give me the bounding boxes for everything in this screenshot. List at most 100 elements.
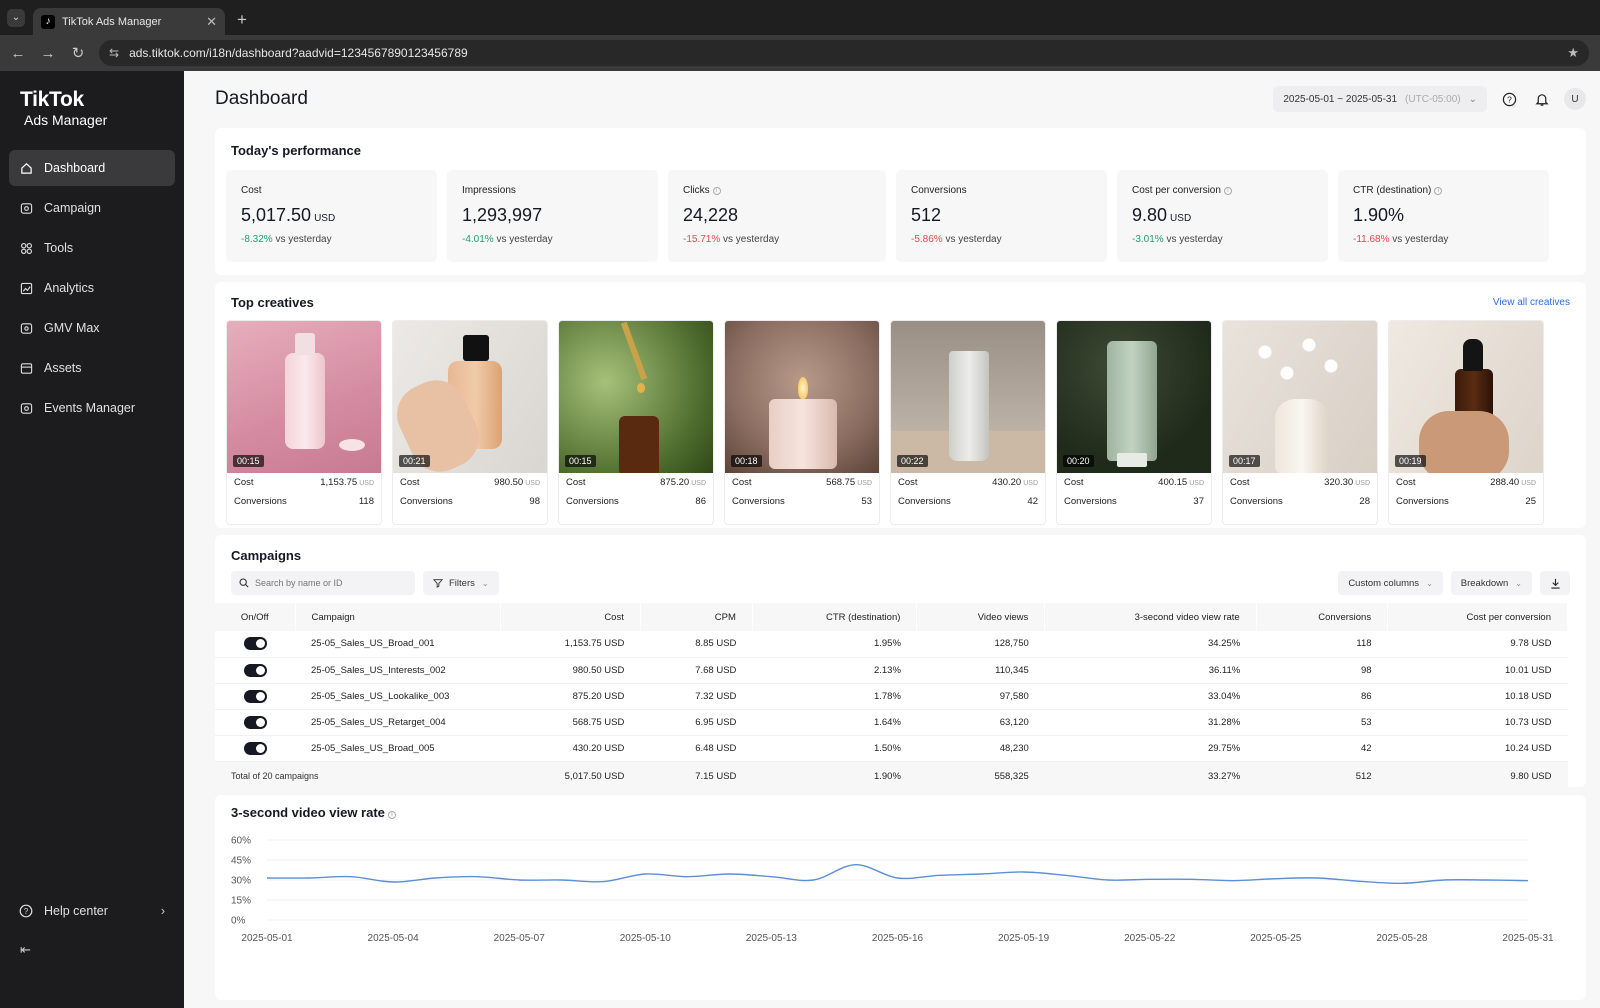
- sidebar-item-campaign[interactable]: Campaign: [9, 190, 175, 226]
- data-point[interactable]: [1229, 876, 1239, 886]
- data-point[interactable]: [430, 873, 440, 883]
- avatar[interactable]: U: [1564, 88, 1586, 110]
- table-row[interactable]: 25-05_Sales_US_Broad_001 1,153.75 USD 8.85…: [215, 631, 1568, 658]
- creative-thumbnail[interactable]: 00:15: [227, 321, 381, 473]
- metric-card[interactable]: Cost 5,017.50 USD -8.32% vs yesterday: [226, 170, 437, 262]
- search-input[interactable]: [255, 578, 405, 588]
- url-text[interactable]: ads.tiktok.com/i18n/dashboard?aadvid=123…: [129, 46, 1567, 60]
- data-point[interactable]: [304, 873, 314, 883]
- view-all-creatives-link[interactable]: View all creatives: [1493, 297, 1570, 308]
- campaign-toggle[interactable]: [243, 689, 267, 703]
- close-tab-icon[interactable]: ✕: [206, 14, 217, 30]
- reload-icon[interactable]: ↻: [63, 44, 93, 62]
- data-point[interactable]: [766, 872, 776, 882]
- creative-thumbnail[interactable]: 00:18: [725, 321, 879, 473]
- site-settings-icon[interactable]: ⇆: [109, 46, 119, 60]
- bookmark-star-icon[interactable]: ★: [1567, 45, 1579, 61]
- data-point[interactable]: [346, 872, 356, 882]
- column-header-view-rate[interactable]: 3-second video view rate: [1044, 603, 1257, 631]
- filters-button[interactable]: Filters ⌄: [423, 571, 499, 595]
- column-header-on-off[interactable]: On/Off: [215, 603, 296, 631]
- table-row[interactable]: 25-05_Sales_US_Broad_005 430.20 USD 6.48 U…: [215, 735, 1568, 762]
- data-point[interactable]: [1019, 867, 1029, 877]
- data-point[interactable]: [977, 869, 987, 879]
- data-point[interactable]: [514, 875, 524, 885]
- creative-card[interactable]: 00:19 Cost 288.40 USD Conversions 25: [1388, 320, 1544, 525]
- creative-card[interactable]: 00:15 Cost 875.20 USD Conversions 86: [558, 320, 714, 525]
- info-icon[interactable]: i: [1434, 187, 1443, 195]
- data-point[interactable]: [262, 873, 272, 883]
- sidebar-item-tools[interactable]: Tools: [9, 230, 175, 266]
- info-icon[interactable]: i: [1223, 187, 1232, 195]
- sidebar-item-assets[interactable]: Assets: [9, 350, 175, 386]
- new-tab-icon[interactable]: +: [237, 10, 247, 30]
- creative-thumbnail[interactable]: 00:19: [1389, 321, 1543, 473]
- creative-thumbnail[interactable]: 00:22: [891, 321, 1045, 473]
- data-point[interactable]: [556, 875, 566, 885]
- metric-card[interactable]: Cost per conversion i 9.80 USD -3.01% vs yes…: [1117, 170, 1328, 262]
- data-point[interactable]: [1355, 876, 1365, 886]
- sidebar-item-help-center[interactable]: ? Help center ›: [9, 894, 175, 928]
- data-point[interactable]: [1271, 874, 1281, 884]
- sidebar-item-analytics[interactable]: Analytics: [9, 270, 175, 306]
- data-point[interactable]: [1187, 874, 1197, 884]
- data-point[interactable]: [935, 870, 945, 880]
- data-point[interactable]: [1439, 875, 1449, 885]
- campaign-name-cell[interactable]: 25-05_Sales_US_Interests_002: [295, 657, 500, 684]
- bell-icon[interactable]: [1531, 88, 1553, 110]
- data-point[interactable]: [850, 860, 860, 870]
- data-point[interactable]: [388, 877, 398, 887]
- data-point[interactable]: [1481, 875, 1491, 885]
- campaign-toggle[interactable]: [243, 715, 267, 729]
- creative-thumbnail[interactable]: 00:20: [1057, 321, 1211, 473]
- data-point[interactable]: [808, 875, 818, 885]
- metric-card[interactable]: Impressions 1,293,997 -4.01% vs yesterday: [447, 170, 658, 262]
- breakdown-button[interactable]: Breakdown ⌄: [1450, 571, 1532, 595]
- metric-card[interactable]: Clicks i 24,228 -15.71% vs yesterday: [668, 170, 886, 262]
- creative-card[interactable]: 00:21 Cost 980.50 USD Conversions 98: [392, 320, 548, 525]
- brand-logo[interactable]: TikTok Ads Manager: [0, 71, 184, 128]
- forward-icon[interactable]: →: [33, 45, 63, 62]
- campaign-toggle[interactable]: [243, 741, 267, 755]
- browser-tab[interactable]: ♪ TikTok Ads Manager ✕: [33, 8, 225, 35]
- data-point[interactable]: [640, 869, 650, 879]
- column-header-campaign[interactable]: Campaign: [295, 603, 501, 631]
- data-point[interactable]: [893, 873, 903, 883]
- metric-card[interactable]: Conversions 512 -5.86% vs yesterday: [896, 170, 1107, 262]
- creative-thumbnail[interactable]: 00:17: [1223, 321, 1377, 473]
- data-point[interactable]: [724, 869, 734, 879]
- creative-card[interactable]: 00:18 Cost 568.75 USD Conversions 53: [724, 320, 880, 525]
- column-header-cost[interactable]: Cost: [500, 603, 641, 631]
- creative-card[interactable]: 00:15 Cost 1,153.75 USD Conversions 118: [226, 320, 382, 525]
- data-point[interactable]: [1145, 874, 1155, 884]
- column-header-video-views[interactable]: Video views: [916, 603, 1046, 631]
- table-row[interactable]: 25-05_Sales_US_Interests_002 980.50 USD 7.…: [215, 657, 1568, 684]
- campaign-name-cell[interactable]: 25-05_Sales_US_Lookalike_003: [295, 683, 500, 710]
- column-header-conversions[interactable]: Conversions: [1256, 603, 1389, 631]
- campaign-toggle[interactable]: [243, 663, 267, 677]
- column-header-cpm[interactable]: CPM: [640, 603, 753, 631]
- table-row[interactable]: 25-05_Sales_US_Retarget_004 568.75 USD 6.9…: [215, 709, 1568, 736]
- data-point[interactable]: [1523, 876, 1533, 886]
- creative-thumbnail[interactable]: 00:15: [559, 321, 713, 473]
- table-row[interactable]: 25-05_Sales_US_Lookalike_003 875.20 USD 7.…: [215, 683, 1568, 710]
- campaign-search[interactable]: [231, 571, 415, 595]
- data-point[interactable]: [1313, 873, 1323, 883]
- data-point[interactable]: [1061, 870, 1071, 880]
- sidebar-item-events-manager[interactable]: Events Manager: [9, 390, 175, 426]
- column-header-cost-per-conversion[interactable]: Cost per conversion: [1387, 603, 1568, 631]
- data-point[interactable]: [472, 872, 482, 882]
- sidebar-item-gmv-max[interactable]: GMV Max: [9, 310, 175, 346]
- collapse-sidebar-icon[interactable]: ⇤: [20, 942, 31, 958]
- custom-columns-button[interactable]: Custom columns ⌄: [1338, 571, 1443, 595]
- creative-card[interactable]: 00:22 Cost 430.20 USD Conversions 42: [890, 320, 1046, 525]
- campaign-name-cell[interactable]: 25-05_Sales_US_Broad_001: [295, 631, 500, 658]
- data-point[interactable]: [1397, 878, 1407, 888]
- metric-card[interactable]: CTR (destination) i 1.90% -11.68% vs yester…: [1338, 170, 1549, 262]
- creative-card[interactable]: 00:17 Cost 320.30 USD Conversions 28: [1222, 320, 1378, 525]
- info-icon[interactable]: i: [712, 187, 721, 195]
- campaign-name-cell[interactable]: 25-05_Sales_US_Retarget_004: [295, 709, 500, 736]
- tab-search-icon[interactable]: ⌄: [7, 8, 25, 27]
- help-icon[interactable]: ?: [1498, 88, 1520, 110]
- date-range-picker[interactable]: 2025-05-01 ~ 2025-05-31 (UTC-05:00) ⌄: [1273, 86, 1487, 112]
